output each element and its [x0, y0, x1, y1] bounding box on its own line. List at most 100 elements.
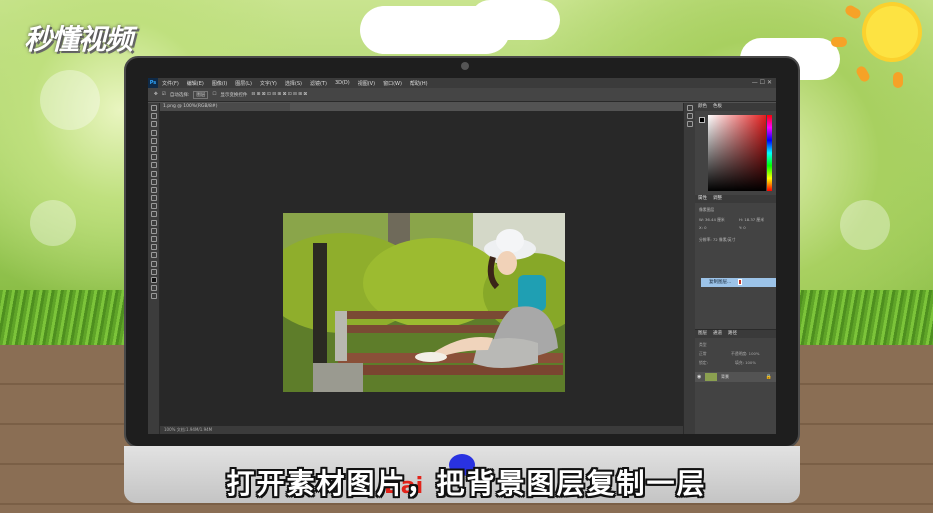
properties-panel: 属性 调整 像素图层 W: 36.44 厘米 H: 18.37 厘米 X: 0 … [695, 195, 776, 337]
layers-panel-tabs: 图层 通道 路径 [695, 330, 776, 338]
layer-row-background[interactable]: ◉ 背景 🔒 [695, 372, 776, 382]
prop-x[interactable]: X: 0 [699, 225, 707, 230]
menu-filter[interactable]: 滤镜(T) [306, 80, 331, 87]
window-controls[interactable]: — ☐ ✕ [752, 79, 772, 86]
photoshop-app-icon: Ps [148, 78, 158, 88]
menu-layer[interactable]: 图层(L) [231, 80, 256, 87]
marquee-tool-icon[interactable] [150, 113, 157, 120]
prop-y[interactable]: Y: 0 [739, 225, 746, 230]
target-select[interactable]: 图层 [193, 90, 209, 99]
tab-adjustments[interactable]: 调整 [713, 195, 722, 203]
prop-resolution: 分辨率: 72 像素/英寸 [699, 237, 736, 242]
type-tool-icon[interactable] [150, 227, 157, 234]
move-tool-icon[interactable]: ✥ [154, 92, 158, 97]
lasso-tool-icon[interactable] [150, 121, 157, 128]
shape-tool-icon[interactable] [150, 244, 157, 251]
cloud [470, 0, 560, 40]
menu-image[interactable]: 图像(I) [208, 80, 231, 87]
tab-channels[interactable]: 通道 [713, 330, 722, 338]
color-picker-field[interactable] [708, 115, 766, 191]
quick-select-tool-icon[interactable] [150, 129, 157, 136]
dodge-tool-icon[interactable] [150, 211, 157, 218]
menu-edit[interactable]: 编辑(E) [183, 80, 208, 87]
sun-ray [831, 37, 847, 47]
webcam [461, 62, 469, 70]
photoshop-window: Ps 文件(F) 编辑(E) 图像(I) 图层(L) 文字(Y) 选择(S) 滤… [148, 78, 776, 434]
pen-tool-icon[interactable] [150, 219, 157, 226]
menu-3d[interactable]: 3D(D) [331, 80, 354, 86]
layer-name: 背景 [721, 374, 729, 379]
menu-bar: Ps 文件(F) 编辑(E) 图像(I) 图层(L) 文字(Y) 选择(S) 滤… [148, 78, 776, 88]
auto-select-checkbox[interactable]: ☑ [162, 92, 166, 97]
menu-view[interactable]: 视图(V) [354, 80, 379, 87]
hand-tool-icon[interactable] [150, 252, 157, 259]
brush-tool-icon[interactable] [150, 162, 157, 169]
zoom-tool-icon[interactable] [150, 260, 157, 267]
document-photo [283, 213, 565, 392]
align-icons[interactable]: ⊟ ⊞ ⊠ ⊡ ⊟ ⊞ ⊠ ⊡ ⊟ ⊞ ⊠ [251, 92, 307, 97]
menu-select[interactable]: 选择(S) [281, 80, 306, 87]
history-brush-icon[interactable] [150, 178, 157, 185]
lock-label: 锁定: [699, 360, 708, 365]
auto-select-label: 自动选择: [169, 92, 190, 98]
eye-icon[interactable]: ◉ [697, 372, 701, 382]
subtitle-caption: 打开素材图片，把背景图层复制一层 [226, 467, 707, 500]
brand-logo: 秒懂视频 [24, 23, 133, 56]
collapsed-panel-strip [683, 103, 695, 434]
tools-panel [148, 103, 160, 434]
sun-icon [866, 6, 918, 58]
healing-tool-icon[interactable] [150, 154, 157, 161]
transform-label: 显示变换控件 [220, 92, 248, 98]
foreground-color-swatch[interactable] [150, 276, 157, 283]
sun-ray [893, 72, 903, 88]
tab-layers[interactable]: 图层 [698, 330, 707, 338]
status-bar: 100% 文档:1.94M/1.94M [160, 426, 683, 434]
opacity-field[interactable]: 不透明度: 100% [731, 351, 760, 357]
stamp-tool-icon[interactable] [150, 170, 157, 177]
tab-swatches[interactable]: 色板 [713, 103, 722, 111]
menu-type[interactable]: 文字(Y) [256, 80, 281, 87]
tab-color[interactable]: 颜色 [698, 103, 707, 111]
right-panels: 颜色 色板 属性 调整 像素图层 W: 36.44 厘米 H: 18.37 厘米… [695, 103, 776, 434]
menu-help[interactable]: 帮助(H) [406, 80, 432, 87]
paragraph-panel-icon[interactable] [686, 121, 693, 128]
hue-slider[interactable] [767, 115, 772, 191]
canvas-area[interactable] [160, 111, 683, 426]
history-panel-icon[interactable] [686, 105, 693, 111]
bokeh-light [40, 70, 100, 130]
quick-mask-icon[interactable] [150, 285, 157, 292]
blur-tool-icon[interactable] [150, 203, 157, 210]
blend-mode-select[interactable]: 正常 [699, 351, 707, 357]
color-panel-tabs: 颜色 色板 [695, 103, 776, 111]
document-tab[interactable]: 1.png @ 100%(RGB/8#) [160, 103, 290, 111]
tab-paths[interactable]: 路径 [728, 330, 737, 338]
move-tool-icon[interactable] [150, 105, 157, 111]
layer-kind-filter[interactable]: 类型 [699, 342, 707, 348]
prop-width[interactable]: W: 36.44 厘米 [699, 217, 725, 223]
more-tools-icon[interactable] [150, 268, 157, 275]
prop-height[interactable]: H: 18.37 厘米 [739, 217, 764, 223]
layers-panel: 图层 通道 路径 类型 正常 不透明度: 100% 锁定: 填充: 100% ◉… [695, 329, 776, 434]
bokeh-light [30, 200, 76, 246]
foreground-swatch[interactable] [699, 117, 705, 123]
properties-panel-tabs: 属性 调整 [695, 195, 776, 203]
crop-tool-icon[interactable] [150, 137, 157, 144]
path-select-icon[interactable] [150, 236, 157, 242]
tab-properties[interactable]: 属性 [698, 195, 707, 203]
layer-thumbnail [705, 373, 717, 381]
bokeh-light [840, 200, 890, 250]
menu-window[interactable]: 窗口(W) [379, 80, 406, 87]
eyedropper-tool-icon[interactable] [150, 145, 157, 152]
mouse-cursor-icon [738, 279, 742, 285]
character-panel-icon[interactable] [686, 113, 693, 120]
properties-title: 像素图层 [699, 207, 715, 212]
screen-mode-icon[interactable] [150, 293, 157, 300]
gradient-tool-icon[interactable] [150, 195, 157, 202]
transform-checkbox[interactable]: ☐ [212, 92, 216, 97]
lock-icon: 🔒 [765, 374, 772, 380]
menu-file[interactable]: 文件(F) [158, 80, 183, 87]
eraser-tool-icon[interactable] [150, 186, 157, 193]
fill-field[interactable]: 填充: 100% [735, 360, 756, 366]
options-bar: ✥ ☑ 自动选择: 图层 ☐ 显示变换控件 ⊟ ⊞ ⊠ ⊡ ⊟ ⊞ ⊠ ⊡ ⊟ … [148, 88, 776, 102]
photo-girl-on-bench [283, 213, 565, 392]
